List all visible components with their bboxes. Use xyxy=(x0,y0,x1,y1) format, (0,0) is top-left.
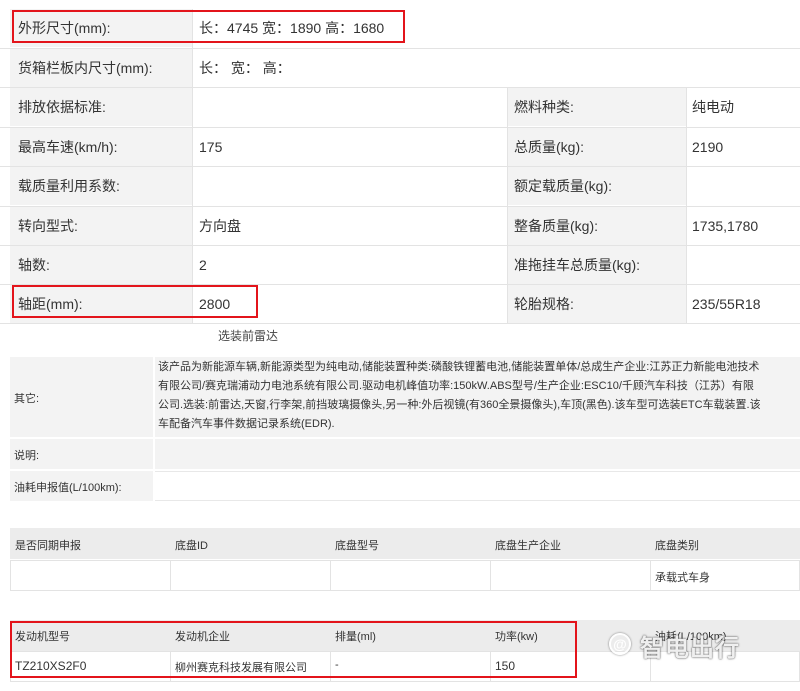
grid-line xyxy=(0,127,800,128)
spec-row-steering: 转向型式: 方向盘 整备质量(kg): 1735,1780 xyxy=(0,207,800,245)
tire-value: 235/55R18 xyxy=(687,285,800,323)
other-label: 其它: xyxy=(14,393,40,405)
grid-line xyxy=(170,560,171,591)
grid-line xyxy=(0,166,800,167)
fuel-value: 纯电动 xyxy=(687,88,800,126)
other-text-line: 该产品为新能源车辆,新能源类型为纯电动,储能装置种类:磷酸铁锂蓄电池,储能装置单… xyxy=(158,361,760,373)
spec-row-speed: 最高车速(km/h): 175 总质量(kg): 2190 xyxy=(0,128,800,166)
fuel-report-label: 油耗申报值(L/100km): xyxy=(14,482,122,494)
chassis-header-model: 底盘型号 xyxy=(335,540,379,552)
grid-line xyxy=(192,9,193,324)
curb-label: 整备质量(kg): xyxy=(508,207,686,245)
engine-header-displacement: 排量(ml) xyxy=(335,631,376,643)
axles-label: 轴数: xyxy=(10,246,192,284)
grid-line xyxy=(507,88,508,324)
engine-cell-model: TZ210XS2F0 xyxy=(15,659,87,673)
middle-caption: 选装前雷达 xyxy=(218,329,279,343)
engine-cell-power: 150 xyxy=(495,659,516,673)
emission-label: 排放依据标准: xyxy=(10,88,192,126)
load-coef-value xyxy=(193,167,507,205)
cargo-value: 长： 宽： 高： xyxy=(193,49,800,87)
grid-line xyxy=(0,323,800,324)
watermark-text: 智电出行 xyxy=(640,635,740,662)
steering-label: 转向型式: xyxy=(10,207,192,245)
grid-line xyxy=(0,206,800,207)
tire-label: 轮胎规格: xyxy=(508,285,686,323)
spec-row-axles: 轴数: 2 准拖挂车总质量(kg): xyxy=(0,246,800,284)
cargo-label: 货箱栏板内尺寸(mm): xyxy=(10,49,192,87)
grid-line xyxy=(490,560,491,591)
speed-value: 175 xyxy=(193,128,507,166)
spec-row-wheelbase: 轴距(mm): 2800 轮胎规格: 235/55R18 xyxy=(0,285,800,323)
grid-line xyxy=(0,284,800,285)
engine-header-maker: 发动机企业 xyxy=(175,631,230,643)
spec-row-cargo: 货箱栏板内尺寸(mm): 长： 宽： 高： xyxy=(0,49,800,87)
curb-value: 1735,1780 xyxy=(687,207,800,245)
other-text: 该产品为新能源车辆,新能源类型为纯电动,储能装置种类:磷酸铁锂蓄电池,储能装置单… xyxy=(158,358,798,434)
rated-load-value xyxy=(687,167,800,205)
trailer-value xyxy=(687,246,800,284)
dimensions-label: 外形尺寸(mm): xyxy=(10,9,192,47)
watermark-logo-icon: @ xyxy=(609,633,631,655)
total-mass-label: 总质量(kg): xyxy=(508,128,686,166)
load-coef-label: 载质量利用系数: xyxy=(10,167,192,205)
trailer-label: 准拖挂车总质量(kg): xyxy=(508,246,686,284)
other-text-line: 公司.选装:前雷达,天窗,行李架,前挡玻璃摄像头,另一种:外后视镜(有360全景… xyxy=(158,399,761,411)
chassis-header-maker: 底盘生产企业 xyxy=(495,540,561,552)
other-text-line: 车配备汽车事件数据记录系统(EDR). xyxy=(158,418,335,430)
fuel-label: 燃料种类: xyxy=(508,88,686,126)
explain-label: 说明: xyxy=(14,450,40,462)
fuel-report-value-cell xyxy=(155,471,800,501)
chassis-header-id: 底盘ID xyxy=(175,540,208,552)
grid-line xyxy=(0,87,800,88)
steering-value: 方向盘 xyxy=(193,207,507,245)
engine-cell-displacement: - xyxy=(335,659,339,671)
spec-row-emission: 排放依据标准: 燃料种类: 纯电动 xyxy=(0,88,800,126)
engine-header-model: 发动机型号 xyxy=(15,631,70,643)
wheelbase-label: 轴距(mm): xyxy=(10,285,192,323)
chassis-header-type: 底盘类别 xyxy=(655,540,699,552)
emission-value xyxy=(193,88,507,126)
grid-line xyxy=(686,88,687,324)
spec-row-dimensions: 外形尺寸(mm): 长：4745 宽：1890 高：1680 xyxy=(0,9,800,47)
total-mass-value: 2190 xyxy=(687,128,800,166)
spec-row-load: 载质量利用系数: 额定载质量(kg): xyxy=(0,167,800,205)
wheelbase-value: 2800 xyxy=(193,285,507,323)
grid-line xyxy=(0,245,800,246)
other-text-line: 有限公司/赛克瑞浦动力电池系统有限公司.驱动电机峰值功率:150kW.ABS型号… xyxy=(158,380,754,392)
grid-line xyxy=(330,560,331,591)
dimensions-value: 长：4745 宽：1890 高：1680 xyxy=(193,9,800,47)
chassis-cell-type: 承载式车身 xyxy=(655,572,710,584)
speed-label: 最高车速(km/h): xyxy=(10,128,192,166)
axles-value: 2 xyxy=(193,246,507,284)
chassis-header-sync: 是否同期申报 xyxy=(15,540,81,552)
grid-line xyxy=(0,48,800,49)
rated-load-label: 额定载质量(kg): xyxy=(508,167,686,205)
engine-cell-maker: 柳州赛克科技发展有限公司 xyxy=(175,662,307,674)
explain-value-cell xyxy=(155,439,800,469)
